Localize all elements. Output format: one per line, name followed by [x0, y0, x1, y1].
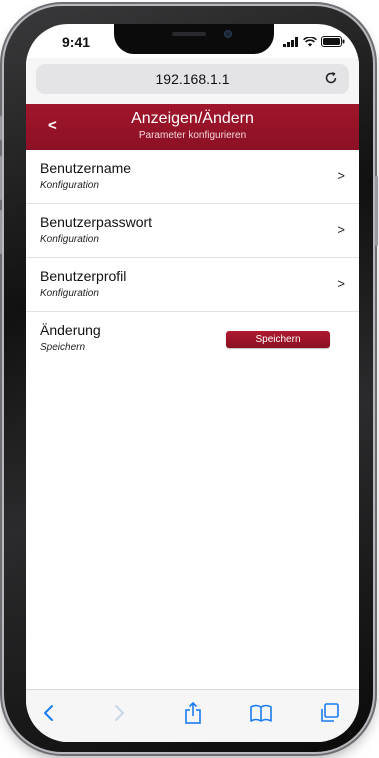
bookmarks-icon[interactable] [248, 700, 274, 726]
power-button [375, 176, 378, 246]
list-item-benutzerpasswort[interactable]: Benutzerpasswort Konfiguration > [26, 204, 359, 258]
page-title: Anzeigen/Ändern [131, 110, 254, 127]
chevron-right-icon: > [337, 276, 345, 291]
notch [114, 24, 274, 54]
silent-switch [0, 116, 2, 140]
list-item-subtitle: Speichern [40, 342, 86, 353]
speaker-grille [172, 32, 206, 36]
chevron-right-icon: > [337, 168, 345, 183]
volume-up-button [0, 156, 2, 200]
battery-icon [321, 36, 345, 47]
list-item-aenderung: Änderung Speichern Speichern [26, 312, 359, 365]
phone-frame: 9:41 192.168.1.1 < Anzeigen/Ändern Param… [0, 6, 378, 752]
volume-down-button [0, 210, 2, 254]
reload-icon[interactable] [323, 70, 339, 86]
list-item-subtitle: Konfiguration [40, 288, 99, 299]
list-item-subtitle: Konfiguration [40, 180, 99, 191]
device-mockup: 9:41 192.168.1.1 < Anzeigen/Ändern Param… [0, 0, 379, 758]
list-item-benutzername[interactable]: Benutzername Konfiguration > [26, 150, 359, 204]
settings-list: Benutzername Konfiguration > Benutzerpas… [26, 150, 359, 365]
list-item-title: Benutzername [40, 160, 132, 176]
list-item-title: Benutzerprofil [40, 268, 127, 284]
tabs-icon[interactable] [316, 700, 342, 726]
wifi-icon [303, 36, 317, 46]
status-icons [283, 36, 345, 47]
url-field[interactable]: 192.168.1.1 [36, 64, 349, 94]
share-icon[interactable] [180, 700, 206, 726]
chevron-right-icon[interactable] [106, 700, 132, 726]
app-header: < Anzeigen/Ändern Parameter konfiguriere… [26, 104, 359, 150]
url-text: 192.168.1.1 [155, 71, 230, 87]
browser-toolbar [26, 689, 359, 742]
list-item-subtitle: Konfiguration [40, 234, 99, 245]
status-time: 9:41 [62, 34, 91, 50]
list-item-title: Änderung [40, 322, 101, 338]
page-subtitle: Parameter konfigurieren [138, 130, 247, 141]
browser-address-bar: 192.168.1.1 [26, 58, 359, 104]
save-button[interactable]: Speichern [226, 331, 330, 348]
chevron-left-icon[interactable] [36, 700, 62, 726]
list-item-benutzerprofil[interactable]: Benutzerprofil Konfiguration > [26, 258, 359, 312]
front-camera [224, 30, 232, 38]
phone-screen: 9:41 192.168.1.1 < Anzeigen/Ändern Param… [26, 24, 359, 742]
signal-icon [283, 36, 298, 47]
list-item-title: Benutzerpasswort [40, 214, 153, 230]
chevron-right-icon: > [337, 222, 345, 237]
